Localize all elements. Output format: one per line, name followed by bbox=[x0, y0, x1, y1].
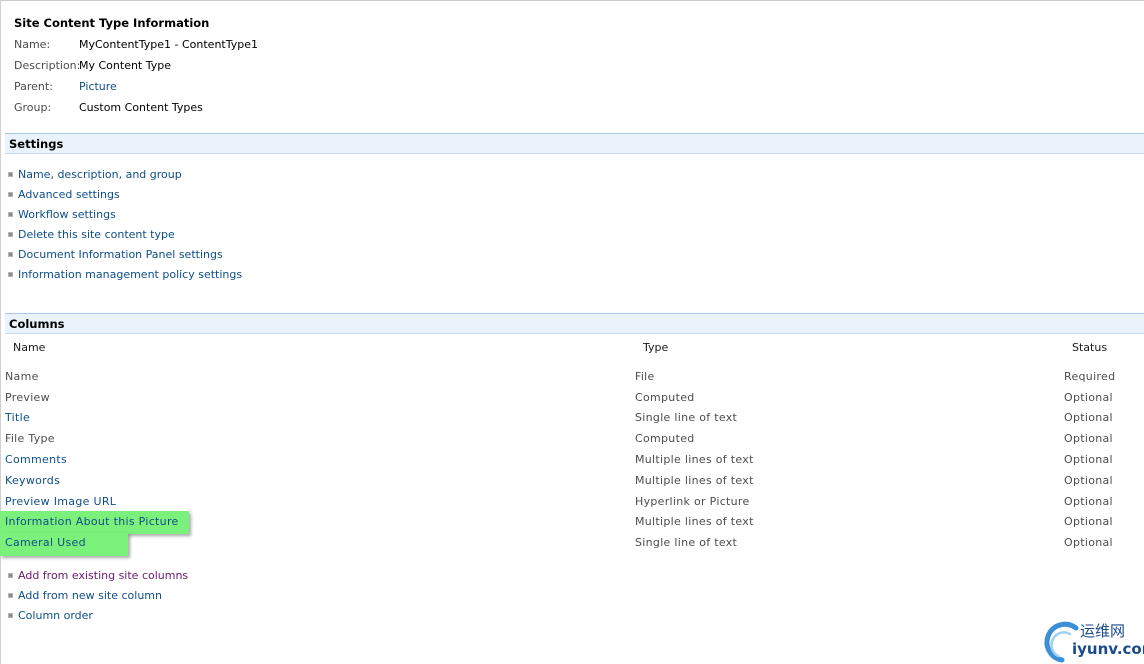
info-label-name: Name: bbox=[14, 38, 51, 51]
column-status: Optional bbox=[1064, 453, 1113, 466]
column-status: Required bbox=[1064, 370, 1116, 383]
column-type: Multiple lines of text bbox=[635, 474, 754, 487]
column-name-link[interactable]: Preview Image URL bbox=[5, 495, 116, 508]
settings-link-label[interactable]: Document Information Panel settings bbox=[18, 247, 223, 263]
column-type: Computed bbox=[635, 432, 695, 445]
table-row: Keywords Multiple lines of text Optional bbox=[0, 474, 1144, 492]
action-link-label[interactable]: Add from new site column bbox=[18, 588, 162, 604]
column-type: Hyperlink or Picture bbox=[635, 495, 750, 508]
table-row: File Type Computed Optional bbox=[0, 432, 1144, 450]
bullet-icon bbox=[8, 613, 13, 618]
bullet-icon bbox=[8, 593, 13, 598]
column-header-name: Name bbox=[13, 341, 46, 354]
settings-link-label[interactable]: Advanced settings bbox=[18, 187, 120, 203]
column-name-link[interactable]: Title bbox=[5, 411, 30, 424]
settings-section-title: Settings bbox=[9, 137, 64, 151]
info-value-name: MyContentType1 - ContentType1 bbox=[79, 38, 258, 51]
column-status: Optional bbox=[1064, 495, 1113, 508]
table-row: Comments Multiple lines of text Optional bbox=[0, 453, 1144, 471]
watermark-text-cn: 运维网 bbox=[1080, 622, 1126, 640]
table-row: Preview Computed Optional bbox=[0, 391, 1144, 409]
settings-link-label[interactable]: Information management policy settings bbox=[18, 267, 242, 283]
columns-section-title: Columns bbox=[9, 317, 65, 331]
settings-link-label[interactable]: Workflow settings bbox=[18, 207, 116, 223]
bullet-icon bbox=[8, 573, 13, 578]
column-status: Optional bbox=[1064, 391, 1113, 404]
column-type: Multiple lines of text bbox=[635, 515, 754, 528]
settings-section-header: Settings bbox=[5, 133, 1144, 154]
watermark-text-en: iyunv.com bbox=[1072, 640, 1144, 658]
table-row: Name File Required bbox=[0, 370, 1144, 388]
column-type: File bbox=[635, 370, 655, 383]
column-status: Optional bbox=[1064, 536, 1113, 549]
columns-section-header: Columns bbox=[5, 313, 1144, 334]
column-status: Optional bbox=[1064, 515, 1113, 528]
column-type: Single line of text bbox=[635, 536, 738, 549]
info-label-description: Description: bbox=[14, 59, 81, 72]
column-header-status: Status bbox=[1072, 341, 1108, 354]
column-name: Preview bbox=[5, 391, 50, 404]
bullet-icon bbox=[8, 272, 13, 277]
info-label-parent: Parent: bbox=[14, 80, 53, 93]
bullet-icon bbox=[8, 232, 13, 237]
column-name-link[interactable]: Keywords bbox=[5, 474, 60, 487]
bullet-icon bbox=[8, 252, 13, 257]
column-status: Optional bbox=[1064, 411, 1113, 424]
action-link-label[interactable]: Add from existing site columns bbox=[18, 568, 188, 584]
frame-left-border bbox=[0, 0, 1, 664]
info-value-group: Custom Content Types bbox=[79, 101, 203, 114]
column-status: Optional bbox=[1064, 474, 1113, 487]
info-label-group: Group: bbox=[14, 101, 52, 114]
column-type: Multiple lines of text bbox=[635, 453, 754, 466]
column-type: Computed bbox=[635, 391, 695, 404]
action-link-label[interactable]: Column order bbox=[18, 608, 93, 624]
bullet-icon bbox=[8, 172, 13, 177]
table-row: Information About this Picture Multiple … bbox=[0, 515, 1144, 533]
table-row: Preview Image URL Hyperlink or Picture O… bbox=[0, 495, 1144, 513]
settings-link-label[interactable]: Delete this site content type bbox=[18, 227, 175, 243]
frame-top-border bbox=[0, 0, 1144, 1]
column-name: Name bbox=[5, 370, 39, 383]
bullet-icon bbox=[8, 192, 13, 197]
column-type: Single line of text bbox=[635, 411, 738, 424]
column-status: Optional bbox=[1064, 432, 1113, 445]
parent-link[interactable]: Picture bbox=[79, 79, 117, 95]
page-title: Site Content Type Information bbox=[14, 16, 210, 30]
column-name-link[interactable]: Information About this Picture bbox=[5, 515, 179, 528]
column-header-type: Type bbox=[643, 341, 669, 354]
info-value-description: My Content Type bbox=[79, 59, 172, 72]
column-name-link[interactable]: Comments bbox=[5, 453, 67, 466]
table-row: Title Single line of text Optional bbox=[0, 411, 1144, 429]
table-row: Cameral Used Single line of text Optiona… bbox=[0, 536, 1144, 554]
column-name-link[interactable]: Cameral Used bbox=[5, 536, 86, 549]
bullet-icon bbox=[8, 212, 13, 217]
settings-link-label[interactable]: Name, description, and group bbox=[18, 167, 182, 183]
column-name: File Type bbox=[5, 432, 55, 445]
